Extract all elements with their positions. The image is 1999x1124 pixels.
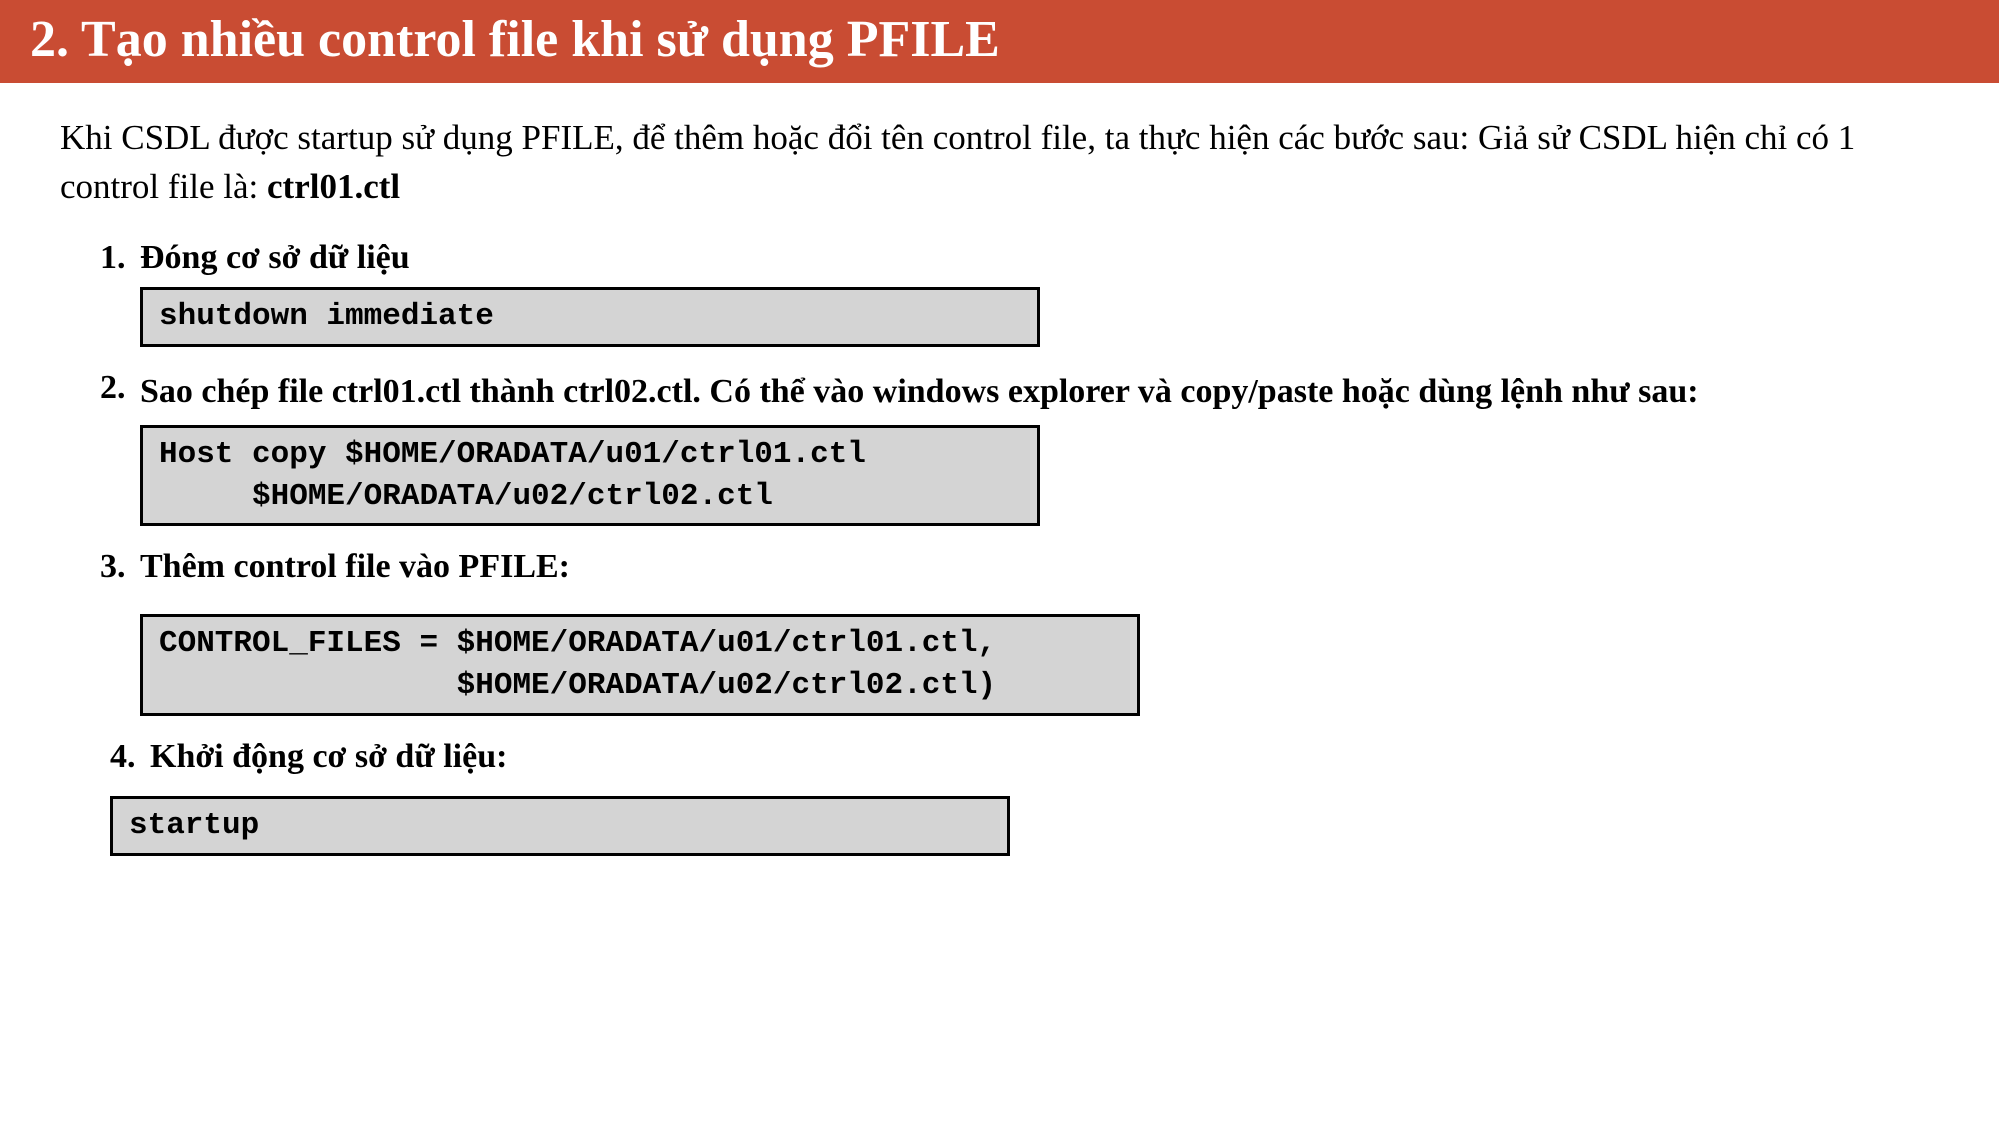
slide-title: 2. Tạo nhiều control file khi sử dụng PF… xyxy=(30,11,1000,68)
intro-text-bold: ctrl01.ctl xyxy=(267,167,400,206)
step-4-number: 4. xyxy=(110,738,150,776)
step-1-heading: 1. Đóng cơ sở dữ liệu xyxy=(100,239,1939,277)
step-2-heading: 2. Sao chép file ctrl01.ctl thành ctrl02… xyxy=(100,369,1939,415)
step-4-code: startup xyxy=(110,796,1010,856)
step-1-title: Đóng cơ sở dữ liệu xyxy=(140,239,1939,277)
slide-header: 2. Tạo nhiều control file khi sử dụng PF… xyxy=(0,0,1999,83)
step-1-code: shutdown immediate xyxy=(140,287,1040,347)
step-3-code: CONTROL_FILES = $HOME/ORADATA/u01/ctrl01… xyxy=(140,614,1140,716)
step-2-code: Host copy $HOME/ORADATA/u01/ctrl01.ctl $… xyxy=(140,425,1040,527)
step-list: 1. Đóng cơ sở dữ liệu shutdown immediate… xyxy=(60,239,1939,874)
step-3-number: 3. xyxy=(100,548,140,586)
step-2-number: 2. xyxy=(100,369,140,415)
step-4-heading: 4. Khởi động cơ sở dữ liệu: xyxy=(110,738,1939,776)
intro-paragraph: Khi CSDL được startup sử dụng PFILE, để … xyxy=(60,113,1939,211)
step-3-heading: 3. Thêm control file vào PFILE: xyxy=(100,548,1939,586)
slide-content: Khi CSDL được startup sử dụng PFILE, để … xyxy=(0,83,1999,894)
step-3-title: Thêm control file vào PFILE: xyxy=(140,548,1939,586)
step-1-number: 1. xyxy=(100,239,140,277)
step-4-title: Khởi động cơ sở dữ liệu: xyxy=(150,738,1939,776)
step-2-title: Sao chép file ctrl01.ctl thành ctrl02.ct… xyxy=(140,369,1939,415)
